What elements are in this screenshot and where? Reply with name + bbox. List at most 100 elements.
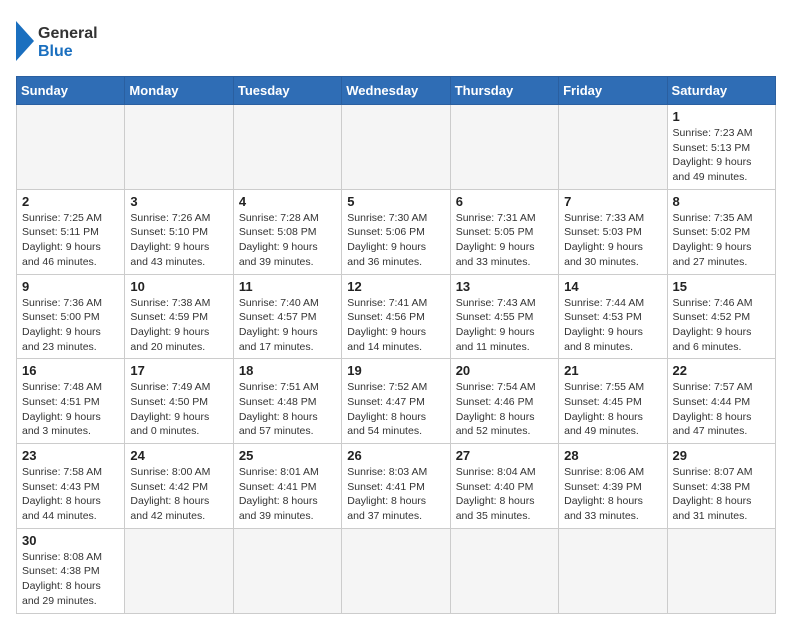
calendar-cell: 16 Sunrise: 7:48 AMSunset: 4:51 PMDayligh… (17, 359, 125, 444)
calendar-cell: 8 Sunrise: 7:35 AMSunset: 5:02 PMDaylight… (667, 189, 775, 274)
day-info: Sunrise: 7:40 AMSunset: 4:57 PMDaylight:… (239, 296, 336, 355)
day-info: Sunrise: 7:49 AMSunset: 4:50 PMDaylight:… (130, 380, 227, 439)
day-info: Sunrise: 7:55 AMSunset: 4:45 PMDaylight:… (564, 380, 661, 439)
calendar-cell (342, 105, 450, 190)
day-number: 16 (22, 363, 119, 378)
day-info: Sunrise: 8:06 AMSunset: 4:39 PMDaylight:… (564, 465, 661, 524)
calendar-cell (233, 105, 341, 190)
day-number: 10 (130, 279, 227, 294)
day-info: Sunrise: 7:25 AMSunset: 5:11 PMDaylight:… (22, 211, 119, 270)
day-number: 18 (239, 363, 336, 378)
calendar-cell: 23 Sunrise: 7:58 AMSunset: 4:43 PMDayligh… (17, 444, 125, 529)
calendar-cell: 1 Sunrise: 7:23 AMSunset: 5:13 PMDaylight… (667, 105, 775, 190)
weekday-header-saturday: Saturday (667, 77, 775, 105)
day-number: 14 (564, 279, 661, 294)
weekday-header-monday: Monday (125, 77, 233, 105)
day-info: Sunrise: 7:38 AMSunset: 4:59 PMDaylight:… (130, 296, 227, 355)
day-info: Sunrise: 8:00 AMSunset: 4:42 PMDaylight:… (130, 465, 227, 524)
week-row-6: 30 Sunrise: 8:08 AMSunset: 4:38 PMDayligh… (17, 528, 776, 613)
day-info: Sunrise: 8:01 AMSunset: 4:41 PMDaylight:… (239, 465, 336, 524)
week-row-3: 9 Sunrise: 7:36 AMSunset: 5:00 PMDaylight… (17, 274, 776, 359)
day-info: Sunrise: 7:54 AMSunset: 4:46 PMDaylight:… (456, 380, 553, 439)
day-number: 30 (22, 533, 119, 548)
week-row-5: 23 Sunrise: 7:58 AMSunset: 4:43 PMDayligh… (17, 444, 776, 529)
calendar-table: SundayMondayTuesdayWednesdayThursdayFrid… (16, 76, 776, 614)
calendar-cell (125, 105, 233, 190)
calendar-cell: 14 Sunrise: 7:44 AMSunset: 4:53 PMDayligh… (559, 274, 667, 359)
calendar-cell: 20 Sunrise: 7:54 AMSunset: 4:46 PMDayligh… (450, 359, 558, 444)
page-header: General Blue (16, 16, 776, 66)
day-number: 7 (564, 194, 661, 209)
week-row-2: 2 Sunrise: 7:25 AMSunset: 5:11 PMDaylight… (17, 189, 776, 274)
day-number: 13 (456, 279, 553, 294)
calendar-cell: 4Sunrise: 7:28 AMSunset: 5:08 PMDaylight… (233, 189, 341, 274)
day-info: Sunrise: 7:57 AMSunset: 4:44 PMDaylight:… (673, 380, 770, 439)
calendar-cell (450, 528, 558, 613)
calendar-cell (559, 105, 667, 190)
day-info: Sunrise: 7:28 AMSunset: 5:08 PMDaylight:… (239, 211, 336, 270)
day-info: Sunrise: 7:48 AMSunset: 4:51 PMDaylight:… (22, 380, 119, 439)
day-info: Sunrise: 7:30 AMSunset: 5:06 PMDaylight:… (347, 211, 444, 270)
logo-wordmark: General Blue (16, 16, 146, 66)
calendar-cell: 17 Sunrise: 7:49 AMSunset: 4:50 PMDayligh… (125, 359, 233, 444)
day-info: Sunrise: 7:41 AMSunset: 4:56 PMDaylight:… (347, 296, 444, 355)
day-number: 3 (130, 194, 227, 209)
calendar-cell: 26 Sunrise: 8:03 AMSunset: 4:41 PMDayligh… (342, 444, 450, 529)
calendar-cell: 3 Sunrise: 7:26 AMSunset: 5:10 PMDaylight… (125, 189, 233, 274)
svg-text:Blue: Blue (38, 43, 73, 60)
calendar-cell (342, 528, 450, 613)
day-info: Sunrise: 7:44 AMSunset: 4:53 PMDaylight:… (564, 296, 661, 355)
day-info: Sunrise: 8:08 AMSunset: 4:38 PMDaylight:… (22, 550, 119, 609)
calendar-cell (667, 528, 775, 613)
day-number: 1 (673, 109, 770, 124)
day-info: Sunrise: 8:03 AMSunset: 4:41 PMDaylight:… (347, 465, 444, 524)
weekday-header-tuesday: Tuesday (233, 77, 341, 105)
calendar-cell: 25Sunrise: 8:01 AMSunset: 4:41 PMDayligh… (233, 444, 341, 529)
day-number: 20 (456, 363, 553, 378)
calendar-cell: 29Sunrise: 8:07 AMSunset: 4:38 PMDayligh… (667, 444, 775, 529)
calendar-cell: 9 Sunrise: 7:36 AMSunset: 5:00 PMDaylight… (17, 274, 125, 359)
weekday-header-friday: Friday (559, 77, 667, 105)
calendar-cell: 6Sunrise: 7:31 AMSunset: 5:05 PMDaylight… (450, 189, 558, 274)
calendar-cell (450, 105, 558, 190)
weekday-header-wednesday: Wednesday (342, 77, 450, 105)
calendar-cell: 30 Sunrise: 8:08 AMSunset: 4:38 PMDayligh… (17, 528, 125, 613)
day-info: Sunrise: 7:23 AMSunset: 5:13 PMDaylight:… (673, 126, 770, 185)
day-number: 24 (130, 448, 227, 463)
calendar-cell (125, 528, 233, 613)
day-info: Sunrise: 7:58 AMSunset: 4:43 PMDaylight:… (22, 465, 119, 524)
calendar-cell: 5Sunrise: 7:30 AMSunset: 5:06 PMDaylight… (342, 189, 450, 274)
calendar-cell: 21Sunrise: 7:55 AMSunset: 4:45 PMDayligh… (559, 359, 667, 444)
day-number: 22 (673, 363, 770, 378)
day-info: Sunrise: 7:36 AMSunset: 5:00 PMDaylight:… (22, 296, 119, 355)
calendar-cell: 11 Sunrise: 7:40 AMSunset: 4:57 PMDayligh… (233, 274, 341, 359)
logo: General Blue (16, 16, 146, 66)
day-number: 8 (673, 194, 770, 209)
day-info: Sunrise: 7:52 AMSunset: 4:47 PMDaylight:… (347, 380, 444, 439)
day-number: 23 (22, 448, 119, 463)
week-row-1: 1 Sunrise: 7:23 AMSunset: 5:13 PMDaylight… (17, 105, 776, 190)
calendar-cell: 2 Sunrise: 7:25 AMSunset: 5:11 PMDaylight… (17, 189, 125, 274)
day-number: 17 (130, 363, 227, 378)
week-row-4: 16 Sunrise: 7:48 AMSunset: 4:51 PMDayligh… (17, 359, 776, 444)
day-info: Sunrise: 7:31 AMSunset: 5:05 PMDaylight:… (456, 211, 553, 270)
day-number: 26 (347, 448, 444, 463)
day-info: Sunrise: 7:46 AMSunset: 4:52 PMDaylight:… (673, 296, 770, 355)
day-number: 11 (239, 279, 336, 294)
day-number: 15 (673, 279, 770, 294)
calendar-cell: 12 Sunrise: 7:41 AMSunset: 4:56 PMDayligh… (342, 274, 450, 359)
day-info: Sunrise: 7:35 AMSunset: 5:02 PMDaylight:… (673, 211, 770, 270)
logo-svg: General Blue (16, 16, 146, 66)
day-number: 9 (22, 279, 119, 294)
day-number: 19 (347, 363, 444, 378)
day-info: Sunrise: 7:33 AMSunset: 5:03 PMDaylight:… (564, 211, 661, 270)
calendar-cell (233, 528, 341, 613)
day-info: Sunrise: 7:26 AMSunset: 5:10 PMDaylight:… (130, 211, 227, 270)
day-number: 12 (347, 279, 444, 294)
calendar-cell (17, 105, 125, 190)
day-info: Sunrise: 8:07 AMSunset: 4:38 PMDaylight:… (673, 465, 770, 524)
day-info: Sunrise: 7:51 AMSunset: 4:48 PMDaylight:… (239, 380, 336, 439)
weekday-header-sunday: Sunday (17, 77, 125, 105)
day-number: 2 (22, 194, 119, 209)
calendar-cell: 19 Sunrise: 7:52 AMSunset: 4:47 PMDayligh… (342, 359, 450, 444)
